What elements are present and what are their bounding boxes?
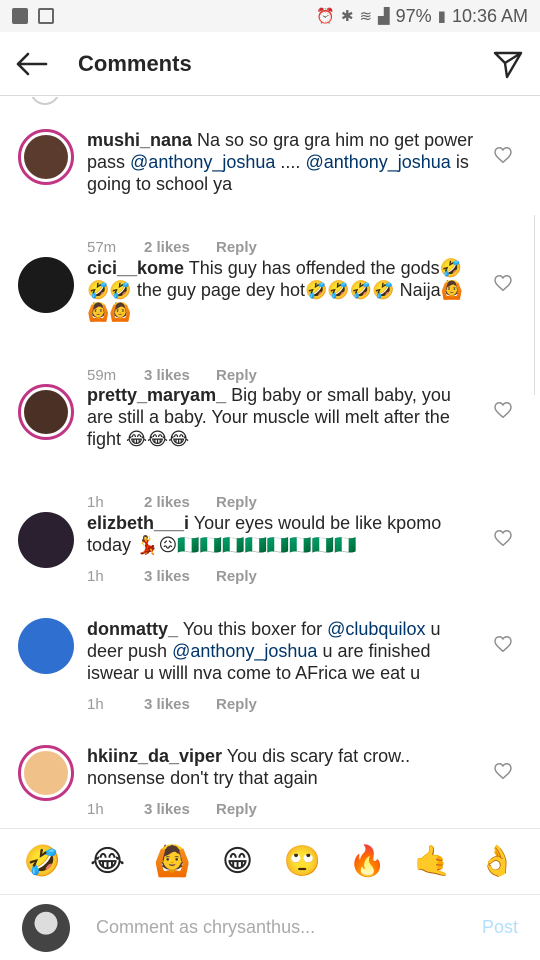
- facebook-icon: [12, 8, 28, 24]
- comment-meta: 1h 3 likes Reply: [87, 696, 257, 713]
- avatar[interactable]: [18, 257, 74, 313]
- avatar[interactable]: [18, 129, 74, 185]
- post-button[interactable]: Post: [482, 917, 518, 938]
- mention-link[interactable]: @anthony_joshua: [130, 152, 275, 172]
- reply-button[interactable]: Reply: [216, 239, 257, 256]
- heart-icon[interactable]: [494, 763, 512, 779]
- comment-time: 1h: [87, 801, 104, 818]
- comment-username[interactable]: donmatty_: [87, 619, 178, 639]
- comment-body: You this boxer for: [178, 619, 328, 639]
- reply-button[interactable]: Reply: [216, 568, 257, 585]
- current-user-avatar: [22, 903, 70, 952]
- reply-button[interactable]: Reply: [216, 696, 257, 713]
- comment-text: elizbeth___i Your eyes would be like kpo…: [87, 512, 479, 556]
- status-bar: ⏰ ✱ ≋ ▟ 97% ▮ 10:36 AM: [0, 0, 540, 32]
- comment-meta: 57m 2 likes Reply: [87, 239, 257, 256]
- wifi-icon: ≋: [359, 8, 373, 25]
- avatar[interactable]: [18, 384, 74, 440]
- comment-username[interactable]: mushi_nana: [87, 130, 192, 150]
- page-title: Comments: [78, 50, 192, 76]
- heart-icon[interactable]: [494, 530, 512, 546]
- comment-time: 1h: [87, 696, 104, 713]
- reply-button[interactable]: Reply: [216, 494, 257, 511]
- comment-text: pretty_maryam_ Big baby or small baby, y…: [87, 384, 479, 450]
- comment-time: 1h: [87, 568, 104, 585]
- comment-text: mushi_nana Na so so gra gra him no get p…: [87, 129, 479, 195]
- emoji-button[interactable]: 🤣: [21, 846, 65, 877]
- comment-meta: 1h 3 likes Reply: [87, 568, 257, 585]
- emoji-quick-bar: 🤣 😂 🙆 😁 🙄 🔥 🤙 👌: [0, 828, 540, 894]
- comment-username[interactable]: pretty_maryam_: [87, 385, 226, 405]
- emoji-button[interactable]: 🤙: [411, 846, 455, 877]
- direct-send-icon: [493, 51, 523, 78]
- battery-icon: ▮: [437, 8, 446, 25]
- like-count[interactable]: 3 likes: [144, 801, 216, 818]
- heart-icon[interactable]: [494, 147, 512, 163]
- avatar[interactable]: [18, 512, 74, 568]
- emoji-button[interactable]: 🙄: [281, 846, 325, 877]
- back-button[interactable]: [0, 32, 64, 96]
- emoji-button[interactable]: 🙆: [151, 846, 195, 877]
- gallery-icon: [38, 8, 54, 24]
- bluetooth-icon: ✱: [340, 8, 354, 25]
- comment-username[interactable]: hkiinz_da_viper: [87, 746, 222, 766]
- comment-time: 59m: [87, 367, 117, 384]
- avatar[interactable]: [18, 618, 74, 674]
- previous-comment-avatar: [30, 97, 60, 105]
- comment-time: 57m: [87, 239, 117, 256]
- mention-link[interactable]: @clubquilox: [327, 619, 425, 639]
- heart-icon[interactable]: [494, 275, 512, 291]
- mention-link[interactable]: @anthony_joshua: [172, 641, 317, 661]
- comment-username[interactable]: cici__kome: [87, 258, 184, 278]
- heart-icon[interactable]: [494, 636, 512, 652]
- signal-icon: ▟: [378, 8, 390, 25]
- comment-meta: 59m 3 likes Reply: [87, 367, 257, 384]
- comment-username[interactable]: elizbeth___i: [87, 513, 189, 533]
- battery-level: 97%: [395, 5, 432, 26]
- like-count[interactable]: 2 likes: [144, 239, 216, 256]
- scrollbar[interactable]: [534, 215, 540, 395]
- comments-list[interactable]: mushi_nana Na so so gra gra him no get p…: [0, 97, 540, 827]
- comment-meta: 1h 2 likes Reply: [87, 494, 257, 511]
- comment-text: hkiinz_da_viper You dis scary fat crow..…: [87, 745, 479, 789]
- emoji-button[interactable]: 👌: [476, 846, 520, 877]
- comment-text: donmatty_ You this boxer for @clubquilox…: [87, 618, 479, 684]
- comments-header: Comments: [0, 32, 540, 96]
- clock: 10:36 AM: [451, 5, 528, 26]
- heart-icon[interactable]: [494, 402, 512, 418]
- mention-link[interactable]: @anthony_joshua: [305, 152, 450, 172]
- comment-meta: 1h 3 likes Reply: [87, 801, 257, 818]
- like-count[interactable]: 3 likes: [144, 568, 216, 585]
- comment-time: 1h: [87, 494, 104, 511]
- emoji-button[interactable]: 🔥: [346, 846, 390, 877]
- like-count[interactable]: 3 likes: [144, 367, 216, 384]
- reply-button[interactable]: Reply: [216, 801, 257, 818]
- avatar[interactable]: [18, 745, 74, 801]
- reply-button[interactable]: Reply: [216, 367, 257, 384]
- arrow-left-icon: [16, 52, 48, 75]
- like-count[interactable]: 3 likes: [144, 696, 216, 713]
- emoji-button[interactable]: 😁: [216, 846, 260, 877]
- like-count[interactable]: 2 likes: [144, 494, 216, 511]
- alarm-icon: ⏰: [316, 8, 335, 25]
- share-button[interactable]: [476, 32, 540, 96]
- comment-body: ....: [275, 152, 306, 172]
- comment-input[interactable]: Comment as chrysanthus...: [96, 917, 466, 938]
- emoji-button[interactable]: 😂: [86, 846, 130, 877]
- comment-composer: Comment as chrysanthus... Post: [0, 894, 540, 960]
- comment-text: cici__kome This guy has offended the god…: [87, 257, 479, 323]
